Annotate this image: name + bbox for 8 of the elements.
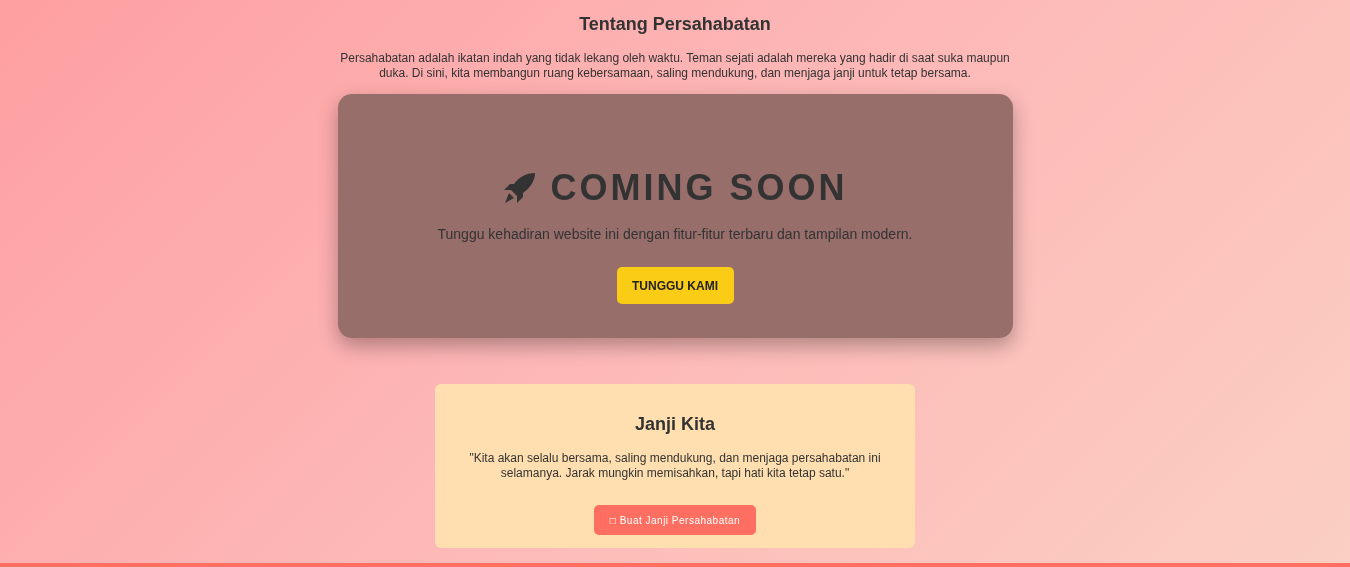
wait-button[interactable]: TUNGGU KAMI (616, 267, 734, 304)
section-title: Tentang Persahabatan (579, 13, 771, 35)
coming-soon-heading: COMING SOON (550, 168, 848, 208)
rocket-icon (502, 172, 537, 204)
intro-paragraph: Persahabatan adalah ikatan indah yang tidak lekang oleh waktu. Teman sejati adalah mereka yang hadir di saat suka maupun duka. Di sini, kita membangun ruang kebersamaan, saling mendukung, dan menjaga janji untuk tetap bersama. (339, 51, 1011, 81)
promise-quote: "Kita akan selalu bersama, saling mendukung, dan menjaga persahabatan ini selamanya. Jarak mungkin memisahkan, tapi hati kita tetap satu." (468, 451, 882, 481)
promise-title: Janji Kita (635, 413, 715, 435)
coming-soon-text: Tunggu kehadiran website ini dengan fitur-fitur terbaru dan tampilan modern. (437, 225, 913, 244)
